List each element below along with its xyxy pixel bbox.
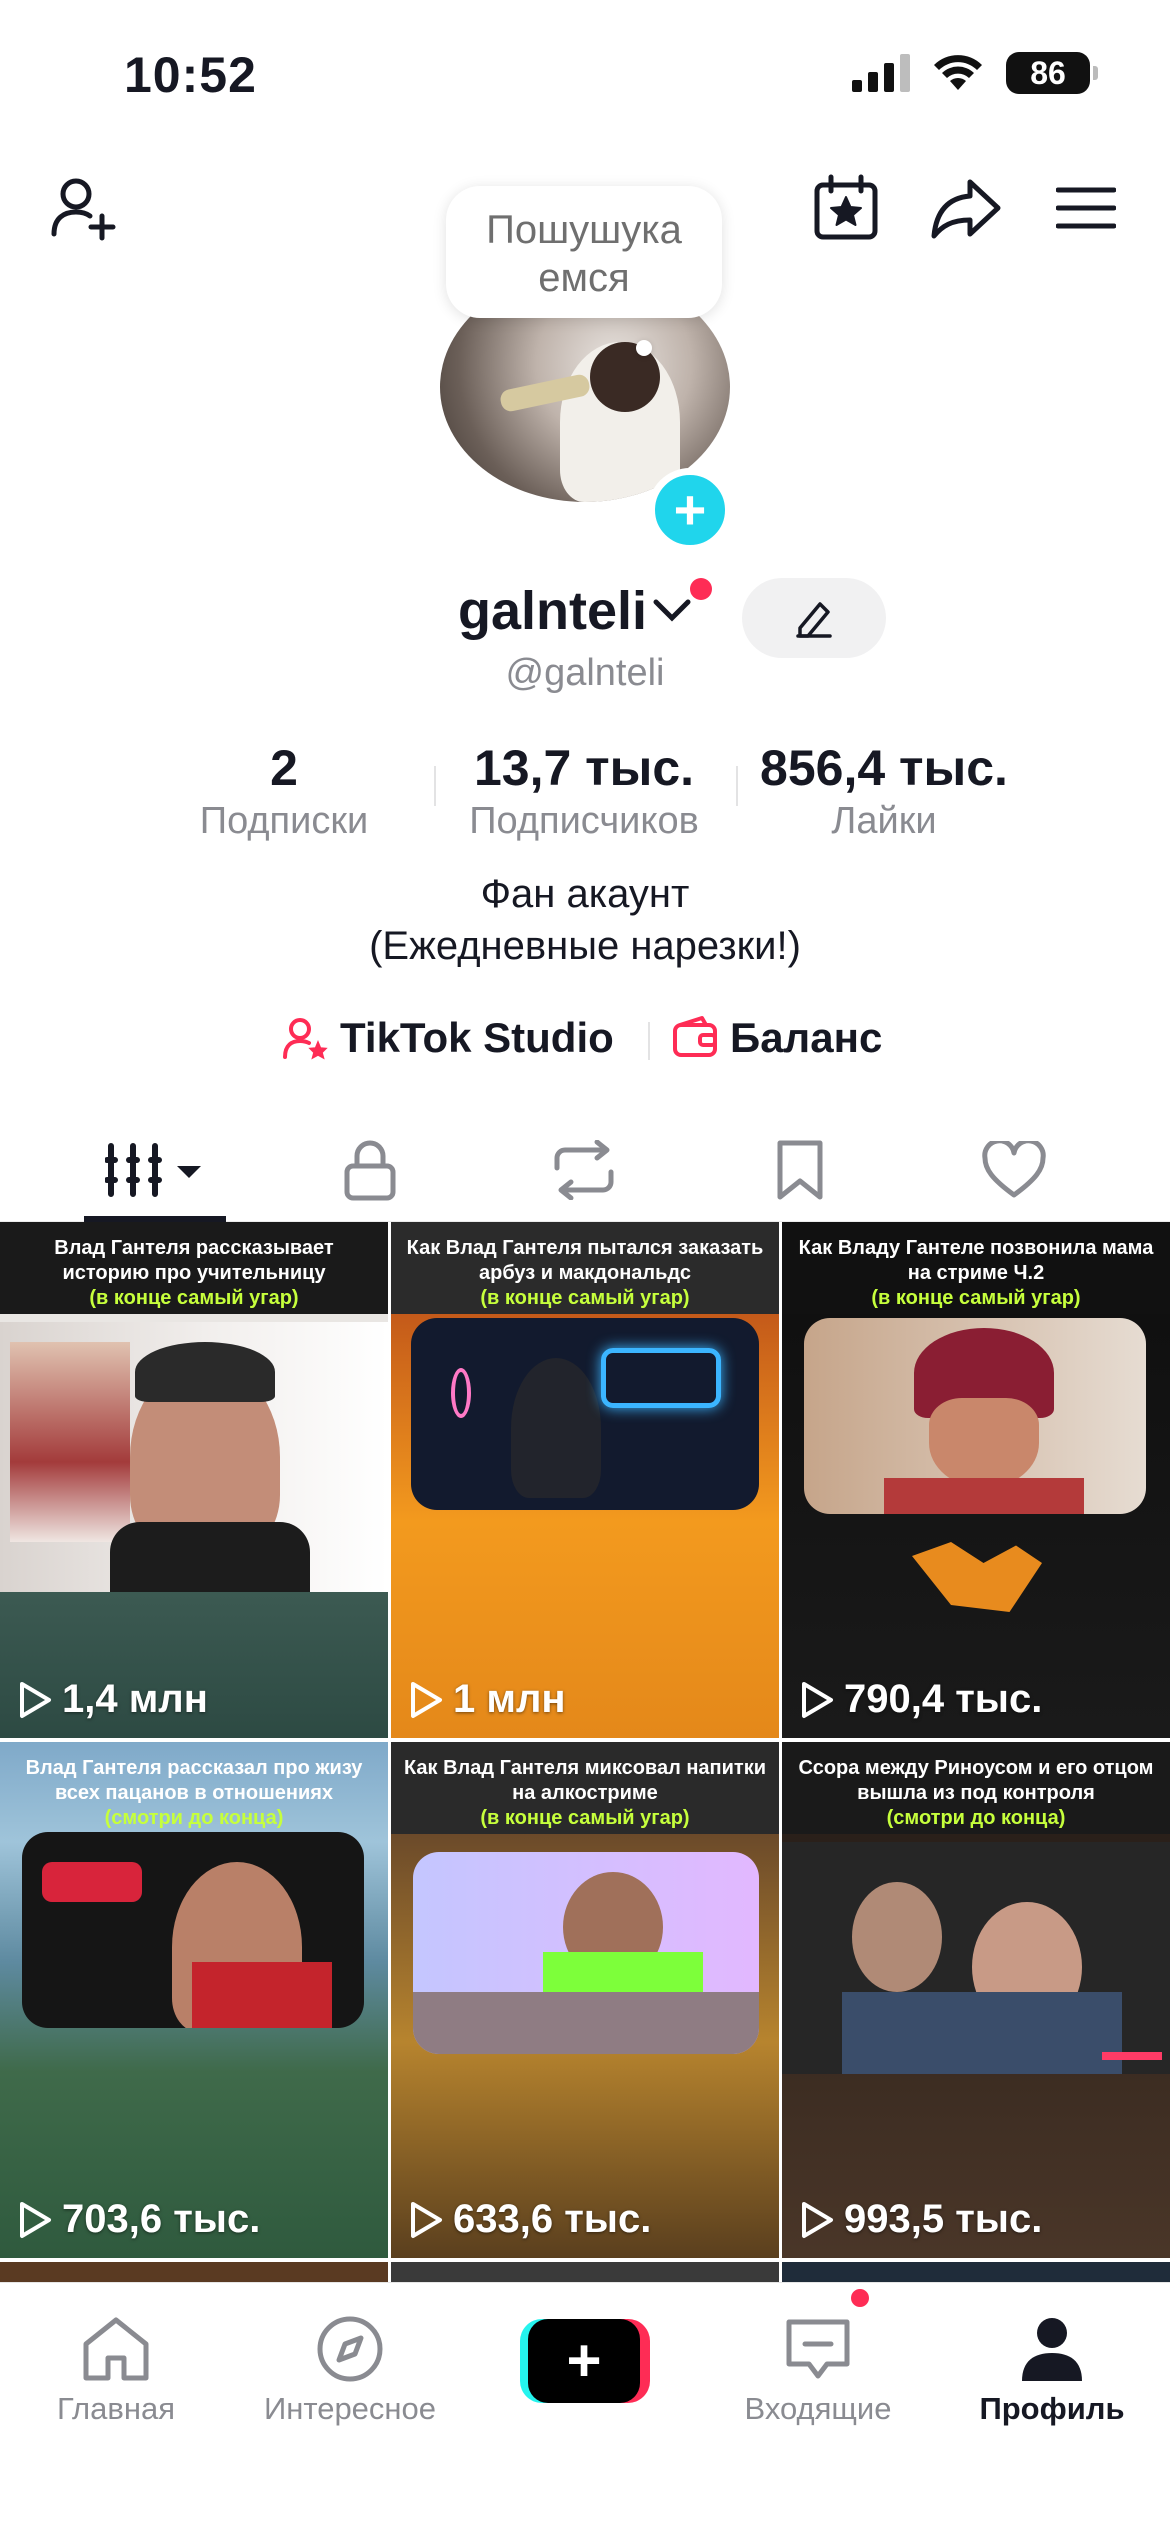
play-icon (802, 2201, 833, 2238)
name-row: galnteli (0, 578, 1170, 658)
stat-following[interactable]: 2 Подписки (178, 738, 390, 844)
video-thumbnail (782, 1842, 1170, 2074)
tab-favorites[interactable] (748, 1120, 852, 1220)
signal-icon (852, 54, 910, 92)
video-title: Ссора между Риноусом и его отцом вышла и… (798, 1757, 1154, 1804)
chevron-down-icon[interactable] (652, 598, 692, 624)
video-thumbnail (411, 1318, 759, 1510)
video-tile[interactable] (782, 2262, 1170, 2282)
view-count: 1 млн (409, 1677, 566, 1722)
view-count: 703,6 тыс. (18, 2197, 260, 2242)
bio-line: (Ежедневные нарезки!) (369, 924, 801, 968)
video-tile[interactable] (391, 2262, 779, 2282)
stat-followers[interactable]: 13,7 тыс. Подписчиков (446, 738, 722, 844)
view-count: 1,4 млн (18, 1677, 208, 1722)
tab-videos[interactable] (84, 1120, 226, 1220)
inbox-icon (786, 2319, 850, 2379)
video-note: (в конце самый угар) (89, 1287, 299, 1309)
wifi-icon (934, 55, 982, 90)
bio: Фан акаунт (Ежедневные нарезки!) (0, 868, 1170, 972)
create-button[interactable]: + (520, 2319, 650, 2403)
profile-stats: 2 Подписки 13,7 тыс. Подписчиков 856,4 т… (0, 738, 1170, 848)
video-title: Влад Гантеля рассказал про жизу всех пац… (25, 1757, 363, 1804)
balance-link[interactable]: Баланс (672, 1014, 882, 1062)
nav-explore[interactable]: Интересное (250, 2309, 450, 2427)
video-note: (в конце самый угар) (480, 1287, 690, 1309)
repost-icon (554, 1140, 614, 1200)
add-avatar-button[interactable]: + (648, 468, 732, 552)
studio-icon (283, 1018, 328, 1060)
video-thumbnail (22, 1832, 364, 2028)
play-icon (20, 2201, 51, 2238)
status-indicators: 86 (852, 52, 1098, 94)
video-grid: Влад Гантеля рассказывает историю про уч… (0, 1222, 1170, 2282)
share-icon[interactable] (928, 170, 1004, 246)
video-note: (в конце самый угар) (871, 1287, 1081, 1309)
heart-icon (982, 1141, 1046, 1198)
video-title: Влад Гантеля рассказывает историю про уч… (54, 1237, 334, 1284)
profile-icon (1022, 2318, 1082, 2381)
video-title: Как Владу Гантеле позвонила мама на стри… (798, 1237, 1154, 1284)
lock-icon (344, 1140, 396, 1201)
video-tile[interactable]: Как Владу Гантеле позвонила мама на стри… (782, 1222, 1170, 1738)
status-bubble[interactable]: Пошушука емся (446, 186, 722, 318)
menu-icon[interactable] (1048, 170, 1124, 246)
view-count: 993,5 тыс. (800, 2197, 1042, 2242)
video-title: Как Влад Гантеля миксовал напитки на алк… (403, 1757, 767, 1804)
bottom-nav: Главная Интересное + Входящие Профиль (0, 2282, 1170, 2532)
compass-icon (317, 2316, 383, 2382)
view-count: 633,6 тыс. (409, 2197, 651, 2242)
tab-reposts[interactable] (532, 1120, 636, 1220)
video-thumbnail (413, 1852, 759, 2054)
video-thumbnail (804, 1318, 1146, 1514)
bio-line: Фан акаунт (480, 872, 690, 916)
balance-label: Баланс (730, 1014, 883, 1061)
video-tile[interactable] (0, 2262, 388, 2282)
calendar-star-icon[interactable] (808, 170, 884, 246)
notification-dot (690, 578, 712, 600)
view-count: 790,4 тыс. (800, 1677, 1042, 1722)
wallet-icon (673, 1016, 717, 1057)
bubble-tail (636, 340, 652, 356)
video-tile[interactable]: Влад Гантеля рассказывает историю про уч… (0, 1222, 388, 1738)
add-friend-icon[interactable] (46, 170, 122, 246)
video-note: (смотри до конца) (104, 1807, 284, 1829)
home-icon (83, 2317, 149, 2381)
plus-icon: + (528, 2319, 640, 2403)
video-title: Как Влад Гантеля пытался заказать арбуз … (406, 1237, 764, 1284)
inbox-notification-dot (848, 2286, 872, 2310)
username[interactable]: galnteli (458, 580, 647, 642)
video-tile[interactable]: Ссора между Риноусом и его отцом вышла и… (782, 1742, 1170, 2258)
profile-links: TikTok Studio Баланс (0, 1008, 1170, 1072)
play-icon (411, 1681, 442, 1718)
status-time: 10:52 (124, 47, 257, 103)
videos-icon (105, 1143, 201, 1197)
play-icon (411, 2201, 442, 2238)
video-tile[interactable]: Как Влад Гантеля пытался заказать арбуз … (391, 1222, 779, 1738)
battery-indicator: 86 (1006, 52, 1098, 94)
status-bar: 10:52 86 (0, 0, 1170, 150)
video-thumbnail (0, 1322, 388, 1592)
video-tile[interactable]: Как Влад Гантеля миксовал напитки на алк… (391, 1742, 779, 2258)
video-tile[interactable]: Влад Гантеля рассказал про жизу всех пац… (0, 1742, 388, 2258)
bookmark-icon (777, 1140, 823, 1200)
content-tabs (0, 1120, 1170, 1222)
stat-likes[interactable]: 856,4 тыс. Лайки (736, 738, 1032, 844)
nav-profile[interactable]: Профиль (952, 2309, 1152, 2427)
tiktok-studio-label: TikTok Studio (340, 1014, 614, 1061)
play-icon (20, 1681, 51, 1718)
tab-private[interactable] (318, 1120, 422, 1220)
pencil-icon (796, 602, 832, 638)
video-note: (смотри до конца) (886, 1807, 1066, 1829)
tiktok-studio-link[interactable]: TikTok Studio (282, 1014, 614, 1062)
edit-profile-button[interactable] (742, 578, 886, 658)
play-icon (802, 1681, 833, 1718)
nav-home[interactable]: Главная (16, 2309, 216, 2427)
tab-liked[interactable] (962, 1120, 1066, 1220)
nav-inbox[interactable]: Входящие (718, 2309, 918, 2427)
video-note: (в конце самый угар) (480, 1807, 690, 1829)
user-handle: @galnteli (505, 652, 665, 694)
